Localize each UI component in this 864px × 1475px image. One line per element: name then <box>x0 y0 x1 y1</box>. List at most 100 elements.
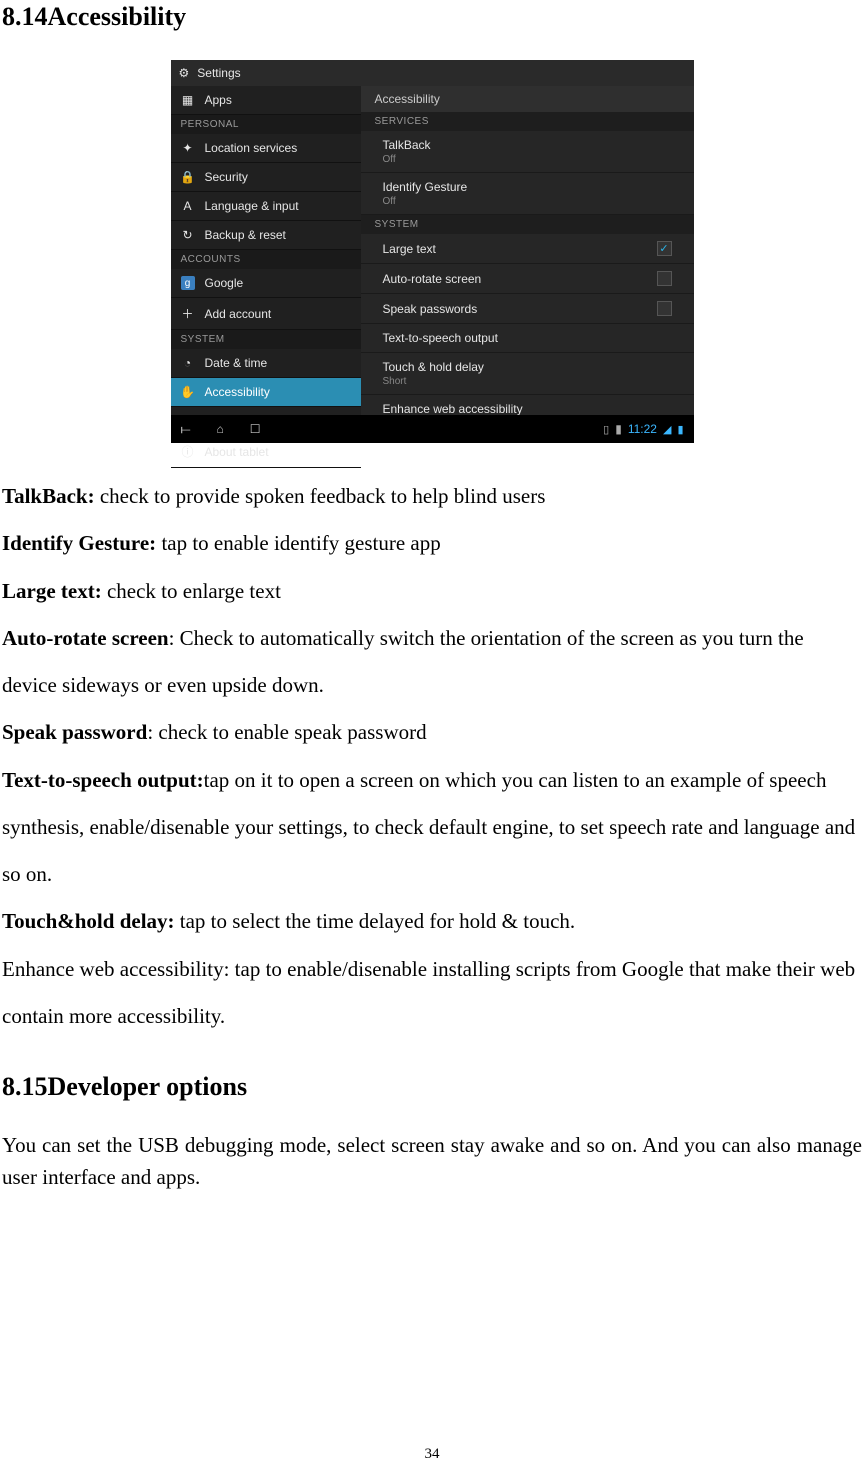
home-icon[interactable]: ⌂ <box>216 422 223 437</box>
detail-item-text: TalkBack Off <box>383 138 431 165</box>
section-heading-developer-options: 8.15Developer options <box>0 1072 864 1102</box>
recent-icon[interactable]: ☐ <box>250 422 261 437</box>
detail-item-sublabel: Short <box>383 376 484 387</box>
detail-item-text: Touch & hold delay Short <box>383 360 484 387</box>
sidebar-item-label: Date & time <box>205 356 268 370</box>
sidebar-item-icon: ⓘ <box>181 443 195 460</box>
detail-item-text: Speak passwords <box>383 302 478 316</box>
term-tts: Text-to-speech output: <box>2 768 204 792</box>
sidebar-item-icon: 🔒 <box>181 170 195 184</box>
sidebar-item-label: Backup & reset <box>205 228 286 242</box>
sidebar-item-icon: ▦ <box>181 93 195 107</box>
term-talkback: TalkBack: <box>2 484 95 508</box>
sidebar-item[interactable]: A Language & input <box>171 192 361 221</box>
sidebar-item[interactable]: ◔ Date & time <box>171 349 361 378</box>
sidebar-item[interactable]: ▦ Apps <box>171 86 361 115</box>
sidebar-item-label: Location services <box>205 141 298 155</box>
system-navbar: ⟝ ⌂ ☐ ▯ ▮ 11:22 ◢ ▮ <box>171 415 694 443</box>
desc-enhance-web: Enhance web accessibility: tap to enable… <box>2 957 855 1028</box>
app-title: Settings <box>197 66 240 80</box>
detail-item-text: Auto-rotate screen <box>383 272 482 286</box>
clock: 11:22 <box>628 422 657 436</box>
detail-item-label: Touch & hold delay <box>383 360 484 374</box>
sidebar-item-label: Add account <box>205 307 272 321</box>
body-text-block: TalkBack: check to provide spoken feedba… <box>0 473 864 1040</box>
android-settings-screenshot: ⚙ Settings ▦ Apps PERSONAL ✦ Location servic… <box>171 60 694 443</box>
sidebar-item[interactable]: ↻ Backup & reset <box>171 221 361 250</box>
sidebar-item-icon: A <box>181 199 195 213</box>
sidebar-item-icon: ✋ <box>181 385 195 399</box>
sidebar-section-header: SYSTEM <box>171 330 361 349</box>
detail-list-item[interactable]: Identify GestureOff <box>361 173 694 215</box>
detail-item-label: Enhance web accessibility <box>383 402 523 416</box>
detail-list-item[interactable]: Large text ✓ <box>361 234 694 264</box>
sidebar-item-label: Security <box>205 170 248 184</box>
checkbox[interactable]: ✓ <box>657 241 672 256</box>
detail-item-sublabel: Off <box>383 154 431 165</box>
sidebar-item[interactable]: g Google <box>171 269 361 298</box>
document-page: 8.14Accessibility ⚙ Settings ▦ Apps PERSON… <box>0 0 864 1475</box>
detail-item-label: Speak passwords <box>383 302 478 316</box>
detail-item-text: Identify GestureOff <box>383 180 468 207</box>
sidebar-item-icon: ◔ <box>181 356 195 370</box>
sidebar-item[interactable]: ✦ Location services <box>171 134 361 163</box>
detail-section-header: SERVICES <box>361 112 694 131</box>
sidebar-item[interactable]: ＋ Add account <box>171 298 361 330</box>
app-topbar: ⚙ Settings <box>171 60 694 86</box>
term-auto-rotate: Auto-rotate screen <box>2 626 169 650</box>
developer-options-paragraph: You can set the USB debugging mode, sele… <box>0 1130 864 1193</box>
sidebar-item-icon: ✦ <box>181 141 195 155</box>
sidebar-item-label: Google <box>205 276 244 290</box>
checkbox[interactable] <box>657 301 672 316</box>
sim-icon: ▮ <box>615 422 622 436</box>
detail-item-label: Identify Gesture <box>383 180 468 194</box>
settings-sidebar: ▦ Apps PERSONAL ✦ Location services 🔒 Security… <box>171 86 361 415</box>
detail-panel-title: Accessibility <box>361 86 694 112</box>
detail-item-text: Text-to-speech output <box>383 331 498 345</box>
detail-list-item[interactable]: TalkBack Off <box>361 131 694 173</box>
sidebar-item-label: Apps <box>205 93 232 107</box>
desc-speak-password: : check to enable speak password <box>147 720 426 744</box>
status-bar: ▯ ▮ 11:22 ◢ ▮ <box>603 422 683 436</box>
sidebar-item-icon: ＋ <box>181 305 195 322</box>
term-speak-password: Speak password <box>2 720 147 744</box>
sidebar-item[interactable]: ✋ Accessibility <box>171 378 361 407</box>
sidebar-item-label: Language & input <box>205 199 299 213</box>
back-icon[interactable]: ⟝ <box>181 422 191 437</box>
screenshot-container: ⚙ Settings ▦ Apps PERSONAL ✦ Location servic… <box>0 60 864 443</box>
sidebar-item-label: About tablet <box>205 445 269 459</box>
nav-buttons: ⟝ ⌂ ☐ <box>181 422 261 437</box>
sidebar-section-header: PERSONAL <box>171 115 361 134</box>
detail-panel-list: SERVICES TalkBack Off Identify GestureOff SY… <box>361 112 694 424</box>
sd-icon: ▯ <box>603 423 609 436</box>
settings-detail-panel: Accessibility SERVICES TalkBack Off Identif… <box>361 86 694 415</box>
sidebar-item-icon: g <box>181 276 195 290</box>
screenshot-main: ▦ Apps PERSONAL ✦ Location services 🔒 Security… <box>171 86 694 415</box>
desc-large-text: check to enlarge text <box>102 579 281 603</box>
detail-item-text: Large text <box>383 242 436 256</box>
sidebar-section-header: ACCOUNTS <box>171 250 361 269</box>
signal-icon: ▮ <box>677 423 683 436</box>
desc-talkback: check to provide spoken feedback to help… <box>95 484 546 508</box>
term-large-text: Large text: <box>2 579 102 603</box>
page-number: 34 <box>0 1446 864 1463</box>
detail-list-item[interactable]: Speak passwords <box>361 294 694 324</box>
term-identify-gesture: Identify Gesture: <box>2 531 156 555</box>
detail-list-item[interactable]: Auto-rotate screen <box>361 264 694 294</box>
detail-section-header: SYSTEM <box>361 215 694 234</box>
sidebar-item-icon: ↻ <box>181 228 195 242</box>
detail-item-label: Large text <box>383 242 436 256</box>
detail-item-label: TalkBack <box>383 138 431 152</box>
checkbox[interactable] <box>657 271 672 286</box>
detail-item-label: Text-to-speech output <box>383 331 498 345</box>
wifi-icon: ◢ <box>663 423 671 436</box>
detail-list-item[interactable]: Touch & hold delay Short <box>361 353 694 395</box>
section-heading-accessibility: 8.14Accessibility <box>0 0 864 32</box>
detail-item-text: Enhance web accessibility <box>383 402 523 416</box>
gear-icon: ⚙ <box>179 66 190 80</box>
detail-list-item[interactable]: Text-to-speech output <box>361 324 694 353</box>
desc-identify-gesture: tap to enable identify gesture app <box>156 531 441 555</box>
desc-touch-hold: tap to select the time delayed for hold … <box>175 909 576 933</box>
sidebar-item-label: Accessibility <box>205 385 270 399</box>
sidebar-item[interactable]: 🔒 Security <box>171 163 361 192</box>
